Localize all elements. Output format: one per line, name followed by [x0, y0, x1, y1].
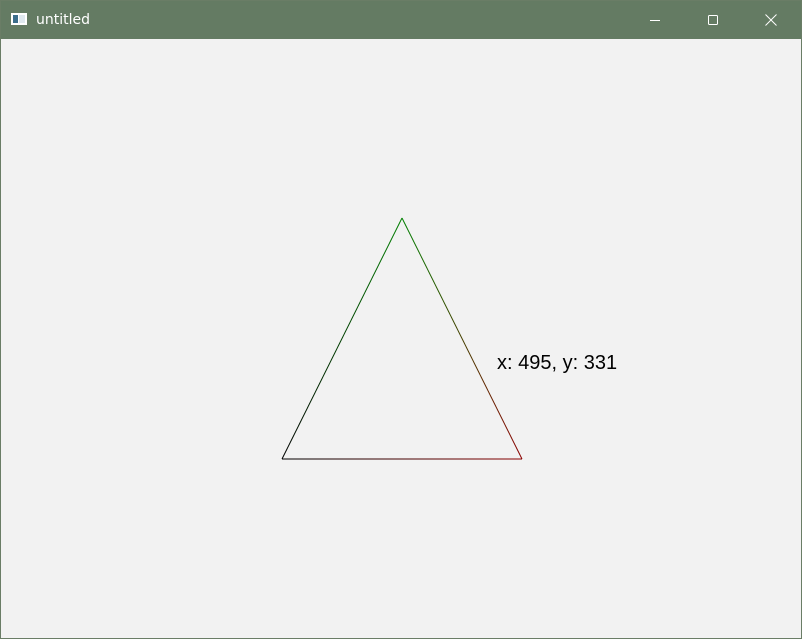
maximize-button[interactable] — [684, 1, 742, 39]
triangle-edge-right — [401, 217, 523, 460]
maximize-icon — [708, 15, 718, 25]
minimize-button[interactable] — [626, 1, 684, 39]
triangle-canvas — [281, 217, 523, 460]
app-icon — [11, 13, 27, 25]
coordinate-readout: x: 495, y: 331 — [497, 352, 618, 374]
window-title: untitled — [36, 12, 91, 28]
close-icon — [765, 14, 777, 26]
triangle-edge-left — [281, 217, 403, 460]
app-window: untitled x: 495, y: 331 — [0, 0, 802, 639]
minimize-icon — [650, 20, 660, 21]
drawing-canvas[interactable]: x: 495, y: 331 — [1, 39, 801, 638]
title-bar[interactable]: untitled — [1, 1, 801, 39]
close-button[interactable] — [742, 1, 800, 39]
